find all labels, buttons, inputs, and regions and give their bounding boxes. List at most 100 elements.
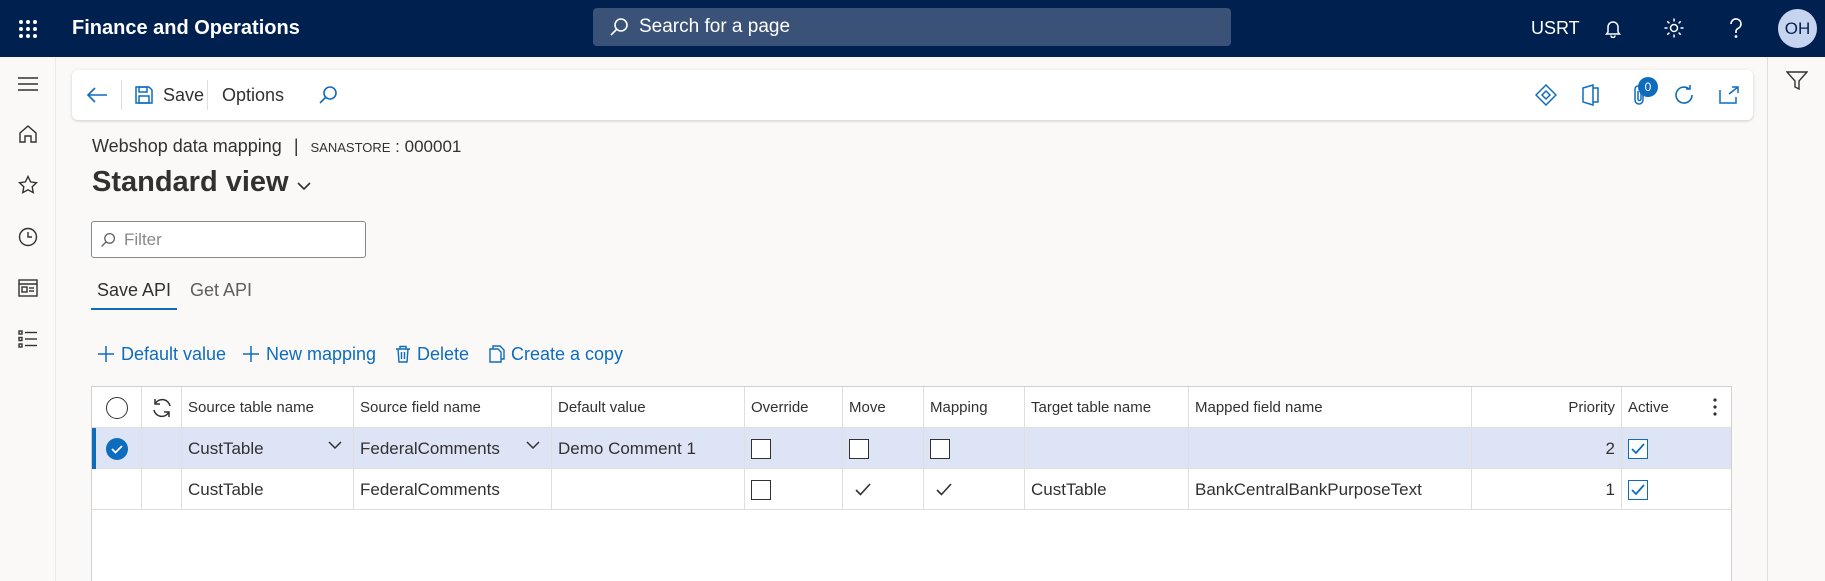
home-icon[interactable]	[14, 120, 42, 148]
record-value: : 000001	[390, 137, 462, 156]
column-header-override[interactable]: Override	[745, 387, 843, 428]
column-header-mapping[interactable]: Mapping	[924, 387, 1025, 428]
breadcrumb: Webshop data mapping | SANASTORE : 00000…	[92, 136, 461, 157]
back-button[interactable]	[86, 70, 108, 120]
search-icon	[101, 232, 116, 247]
filter-placeholder: Filter	[124, 229, 162, 249]
delete-label: Delete	[417, 343, 470, 364]
view-selector[interactable]: Standard view	[92, 166, 312, 199]
help-icon[interactable]	[1722, 14, 1750, 42]
right-rail	[1767, 57, 1825, 581]
favorites-star-icon[interactable]	[14, 171, 42, 199]
workspaces-icon[interactable]	[14, 274, 42, 302]
hamburger-menu-icon[interactable]	[14, 70, 42, 98]
more-options-icon[interactable]	[1712, 397, 1718, 422]
user-avatar[interactable]: OH	[1778, 9, 1817, 48]
move-checkbox[interactable]	[843, 428, 924, 469]
target-table-field[interactable]: CustTable	[1025, 469, 1189, 510]
tab-get-api[interactable]: Get API	[190, 280, 252, 310]
office-icon[interactable]	[1582, 70, 1600, 120]
mapping-checkbox[interactable]	[924, 428, 1025, 469]
breadcrumb-separator: |	[293, 136, 299, 156]
power-apps-icon[interactable]	[1535, 70, 1557, 120]
copy-icon	[489, 345, 505, 363]
modules-list-icon[interactable]	[14, 325, 42, 353]
priority-field[interactable]: 1	[1472, 469, 1622, 510]
form-title: Webshop data mapping	[92, 136, 282, 156]
source-table-value: CustTable	[188, 438, 264, 458]
action-search-button[interactable]	[318, 70, 338, 120]
back-arrow-icon	[86, 87, 107, 103]
gear-icon[interactable]	[1660, 14, 1688, 42]
table-row[interactable]: CustTable FederalComments CustTable Bank…	[92, 469, 1731, 510]
chevron-down-icon[interactable]	[327, 440, 343, 450]
attachments-count-badge: 0	[1638, 77, 1658, 97]
chevron-down-icon[interactable]	[525, 440, 541, 450]
options-label: Options	[222, 84, 285, 105]
create-copy-button[interactable]: Create a copy	[489, 340, 623, 368]
view-name: Standard view	[92, 166, 289, 198]
select-all-checkbox[interactable]	[92, 387, 142, 428]
delete-icon	[396, 345, 410, 363]
column-header-source-table[interactable]: Source table name	[182, 387, 354, 428]
default-value-label: Default value	[121, 343, 227, 364]
search-placeholder: Search for a page	[639, 16, 791, 37]
add-icon	[98, 346, 114, 362]
refresh-icon[interactable]	[1673, 70, 1695, 120]
move-checkmark-icon	[843, 469, 924, 510]
left-navigation-pane	[0, 57, 56, 581]
filter-input[interactable]: Filter	[91, 221, 366, 258]
source-field-field[interactable]: FederalComments	[354, 428, 552, 469]
options-tab[interactable]: Options	[222, 70, 284, 120]
tab-save-api[interactable]: Save API	[91, 280, 178, 310]
row-marker-cell	[142, 469, 182, 510]
active-checkbox[interactable]	[1622, 428, 1731, 469]
create-copy-label: Create a copy	[511, 343, 624, 364]
override-checkbox[interactable]	[745, 469, 843, 510]
save-label: Save	[163, 84, 205, 105]
record-label: SANASTORE	[310, 140, 391, 155]
source-field-value: FederalComments	[360, 438, 500, 458]
chevron-down-icon	[297, 181, 311, 190]
column-header-default-value[interactable]: Default value	[552, 387, 745, 428]
source-table-field[interactable]: CustTable	[182, 428, 354, 469]
app-launcher-icon[interactable]	[0, 0, 56, 57]
page-search-input[interactable]: Search for a page	[593, 8, 1231, 46]
delete-button[interactable]: Delete	[395, 340, 469, 368]
row-select-checkbox[interactable]	[92, 469, 142, 510]
mapped-field-field[interactable]	[1189, 428, 1472, 469]
mapping-grid: Source table name Source field name Defa…	[91, 386, 1732, 581]
override-checkbox[interactable]	[745, 428, 843, 469]
app-title[interactable]: Finance and Operations	[72, 17, 300, 40]
source-field-field[interactable]: FederalComments	[354, 469, 552, 510]
company-picker[interactable]: USRT	[1531, 18, 1580, 39]
target-table-field[interactable]	[1025, 428, 1189, 469]
filter-pane-icon[interactable]	[1785, 71, 1809, 96]
recent-clock-icon[interactable]	[14, 223, 42, 251]
column-header-move[interactable]: Move	[843, 387, 924, 428]
open-new-window-icon[interactable]	[1719, 70, 1739, 120]
mapping-checkmark-icon	[924, 469, 1025, 510]
default-value-field[interactable]	[552, 469, 745, 510]
column-header-source-field[interactable]: Source field name	[354, 387, 552, 428]
add-icon	[243, 346, 259, 362]
column-header-target-table[interactable]: Target table name	[1025, 387, 1189, 428]
action-pane: Save Options 0	[72, 70, 1753, 120]
column-header-priority[interactable]: Priority	[1472, 387, 1622, 428]
source-table-field[interactable]: CustTable	[182, 469, 354, 510]
table-row[interactable]: CustTable FederalComments Demo Comment 1…	[92, 428, 1731, 469]
default-value-button[interactable]: Default value	[97, 340, 226, 368]
save-icon	[135, 86, 153, 104]
new-mapping-button[interactable]: New mapping	[242, 340, 376, 368]
default-value-field[interactable]: Demo Comment 1	[552, 428, 745, 469]
grid-header-row: Source table name Source field name Defa…	[92, 387, 1731, 428]
priority-field[interactable]: 2	[1472, 428, 1622, 469]
row-select-checkbox[interactable]	[92, 428, 142, 469]
bell-icon[interactable]	[1599, 14, 1627, 42]
mapped-field-field[interactable]: BankCentralBankPurposeText	[1189, 469, 1472, 510]
grid-refresh-icon[interactable]	[142, 387, 182, 428]
attachments-button[interactable]: 0	[1630, 70, 1658, 120]
active-checkbox[interactable]	[1622, 469, 1731, 510]
column-header-mapped-field[interactable]: Mapped field name	[1189, 387, 1472, 428]
save-button[interactable]: Save	[134, 70, 204, 120]
